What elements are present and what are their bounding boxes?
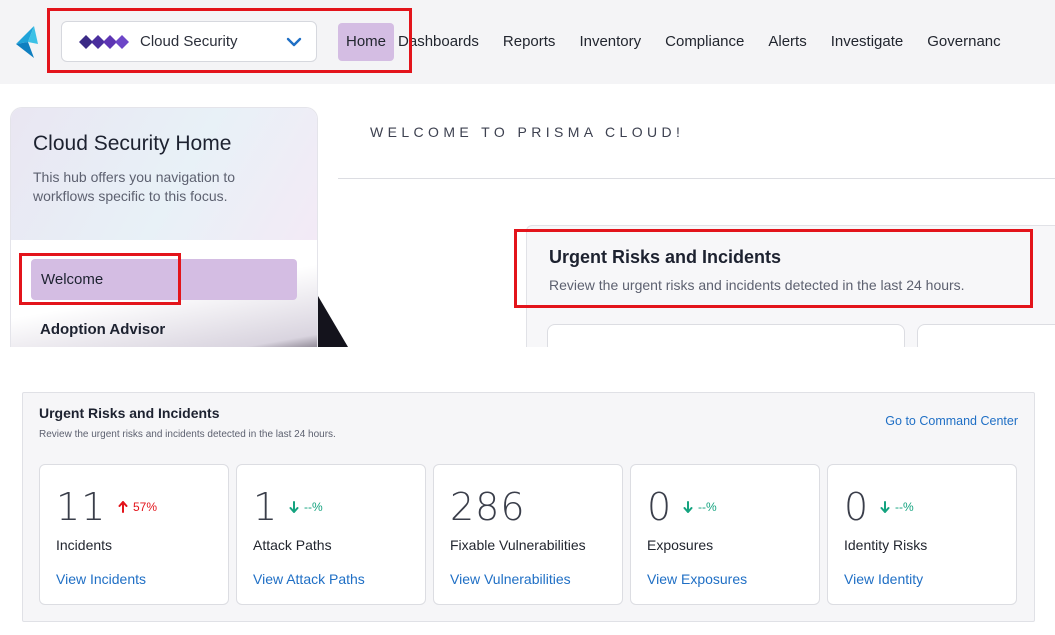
metric-trend-value: --% [698, 500, 717, 514]
arrow-down-icon [880, 501, 890, 513]
nav-compliance[interactable]: Compliance [653, 23, 756, 61]
hub-item-welcome[interactable]: Welcome [31, 259, 297, 300]
nav-inventory[interactable]: Inventory [567, 23, 653, 61]
nav-alerts[interactable]: Alerts [756, 23, 818, 61]
nav-investigate[interactable]: Investigate [819, 23, 916, 61]
metric-trend: --% [683, 500, 717, 514]
metric-card-exposures: 0 --% Exposures View Exposures [630, 464, 820, 605]
metric-trend-value: 57% [133, 500, 158, 514]
metric-card-attack-paths: 1 --% Attack Paths View Attack Paths [236, 464, 426, 605]
nav-dashboards[interactable]: Dashboards [398, 23, 491, 61]
metric-value: 1 [253, 485, 279, 529]
arrow-down-icon [289, 501, 299, 513]
view-vulnerabilities-link[interactable]: View Vulnerabilities [450, 571, 571, 587]
product-switcher-label: Cloud Security [140, 33, 238, 50]
metric-cards: 11 57% Incidents View Incidents 1 --% At… [39, 464, 1017, 605]
urgent-risks-card-preview: Urgent Risks and Incidents Review the ur… [526, 225, 1055, 354]
panel-title: Urgent Risks and Incidents [39, 405, 220, 421]
metric-trend: --% [289, 500, 323, 514]
metric-trend: --% [880, 500, 914, 514]
metric-card-incidents: 11 57% Incidents View Incidents [39, 464, 229, 605]
prisma-cloud-logo-icon[interactable] [12, 24, 44, 60]
metric-trend: 57% [118, 500, 157, 514]
product-switcher-dropdown[interactable]: Cloud Security [61, 21, 317, 62]
metric-label: Attack Paths [253, 537, 332, 553]
hub-nav-list: Welcome Adoption Advisor [11, 240, 317, 347]
nav-home[interactable]: Home [338, 23, 395, 61]
go-to-command-center-link[interactable]: Go to Command Center [885, 414, 1018, 428]
urgent-risks-title: Urgent Risks and Incidents [549, 247, 782, 267]
decorative-wedge [318, 296, 348, 347]
metric-value: 286 [450, 485, 526, 529]
metric-value: 0 [647, 485, 673, 529]
metric-trend-value: --% [895, 500, 914, 514]
nav-governance[interactable]: Governanc [915, 23, 1012, 61]
arrow-down-icon [683, 501, 693, 513]
heading-divider [338, 178, 1055, 179]
panel-subtitle: Review the urgent risks and incidents de… [39, 429, 336, 440]
urgent-risks-panel: Urgent Risks and Incidents Review the ur… [22, 392, 1035, 622]
hub-header: Cloud Security Home This hub offers you … [11, 108, 317, 240]
view-exposures-link[interactable]: View Exposures [647, 571, 747, 587]
arrow-up-icon [118, 501, 128, 513]
top-navigation-bar: Cloud Security Home Dashboards Reports I… [0, 0, 1055, 84]
metric-value: 11 [56, 485, 107, 529]
crop-gap [0, 347, 1055, 392]
hub-description: This hub offers you navigation to workfl… [33, 169, 236, 204]
urgent-risks-subtitle: Review the urgent risks and incidents de… [549, 277, 965, 293]
metric-card-identity-risks: 0 --% Identity Risks View Identity [827, 464, 1017, 605]
view-incidents-link[interactable]: View Incidents [56, 571, 146, 587]
metric-trend-value: --% [304, 500, 323, 514]
welcome-heading: WELCOME TO PRISMA CLOUD! [370, 124, 685, 140]
metric-label: Fixable Vulnerabilities [450, 537, 586, 553]
metric-label: Exposures [647, 537, 714, 553]
view-identity-link[interactable]: View Identity [844, 571, 923, 587]
metric-label: Identity Risks [844, 537, 928, 553]
cloud-security-gems-icon [79, 34, 129, 49]
view-attack-paths-link[interactable]: View Attack Paths [253, 571, 365, 587]
metric-label: Incidents [56, 537, 113, 553]
chevron-down-icon [286, 37, 302, 46]
main-nav: Home Dashboards Reports Inventory Compli… [338, 23, 1013, 61]
metric-value: 0 [844, 485, 870, 529]
metric-card-fixable-vulnerabilities: 286 Fixable Vulnerabilities View Vulnera… [433, 464, 623, 605]
cloud-security-hub-card: Cloud Security Home This hub offers you … [10, 107, 318, 347]
nav-reports[interactable]: Reports [491, 23, 568, 61]
hub-title: Cloud Security Home [33, 132, 232, 155]
hub-item-adoption-advisor[interactable]: Adoption Advisor [40, 321, 165, 338]
